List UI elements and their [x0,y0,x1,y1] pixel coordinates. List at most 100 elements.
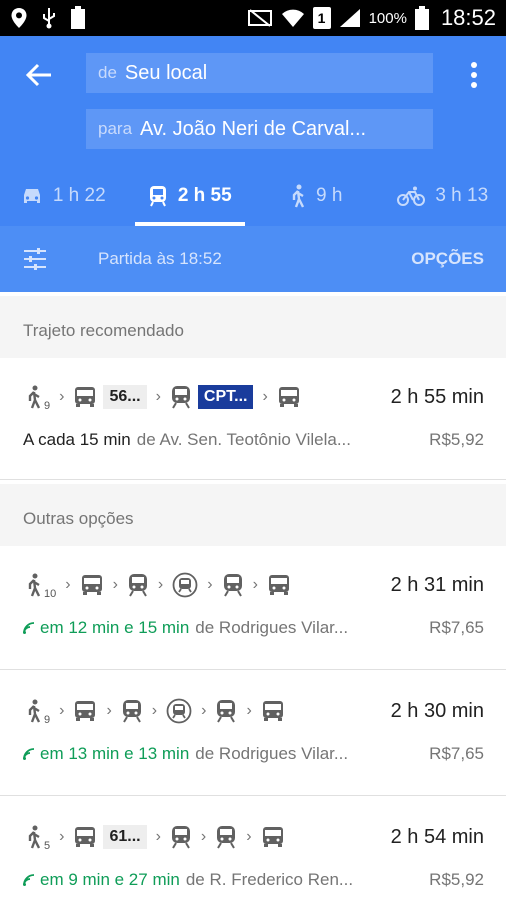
bus-icon [80,573,104,597]
route-duration: 2 h 30 min [390,699,484,722]
destination-prefix: para [98,119,133,138]
route-price: R$7,65 [429,744,484,763]
chevron-right-icon: › [246,702,252,719]
recommended-heading: Trajeto recomendado [0,296,506,358]
route-steps: 10 › › › › › 2 h 31 min [25,570,484,600]
bus-icon [73,699,97,723]
bus-icon [261,699,285,723]
route-card[interactable]: 9 › › › › › 2 h 30 min em 13 min e 13 mi… [0,672,506,796]
live-signal-icon [23,622,35,634]
destination-value: Av. João Neri de Carval... [140,117,367,140]
origin-prefix: de [98,63,117,82]
route-card[interactable]: 10 › › › › › 2 h 31 min em 12 min e 15 m… [0,546,506,670]
origin-field[interactable]: de Seu local [86,53,433,93]
travel-mode-tabs: 1 h 22 2 h 55 9 h 3 h 13 [0,166,506,226]
route-origin-stop: de Av. Sen. Teotônio Vilela... [136,430,351,449]
wifi-icon [281,8,305,28]
route-details: A cada 15 min de Av. Sen. Teotônio Vilel… [23,430,484,450]
tab-transit[interactable]: 2 h 55 [127,166,254,226]
route-steps: 5 › 61... › › › 2 h 54 min [25,822,484,852]
tune-icon[interactable] [22,246,48,272]
transit-icon [148,185,168,207]
subway-icon [172,572,198,598]
train-icon [121,699,143,723]
battery-percent: 100% [368,9,407,27]
location-pin-icon [10,7,28,29]
route-details: em 9 min e 27 min de R. Frederico Ren...… [23,870,484,890]
destination-field[interactable]: para Av. João Neri de Carval... [86,109,433,149]
tab-transit-label: 2 h 55 [177,185,232,206]
route-price: R$5,92 [429,870,484,889]
chevron-right-icon: › [157,576,164,593]
chevron-right-icon: › [59,702,65,719]
live-signal-icon [23,874,35,886]
route-origin-stop: de Rodrigues Vilar... [195,744,349,763]
usb-icon [40,7,58,29]
tab-driving[interactable]: 1 h 22 [0,166,127,226]
route-details: em 12 min e 15 min de Rodrigues Vilar...… [23,618,484,638]
route-steps: 9 › › › › › 2 h 30 min [25,696,484,726]
bus-icon [277,385,301,409]
bus-icon [261,825,285,849]
train-line-chip: CPT... [197,385,254,409]
route-details: em 13 min e 13 min de Rodrigues Vilar...… [23,744,484,764]
departure-time[interactable]: Partida às 18:52 [98,249,222,269]
route-origin-stop: de R. Frederico Ren... [185,870,354,889]
realtime-departures: em 12 min e 15 min [40,618,190,637]
chevron-right-icon: › [65,576,71,593]
route-card-recommended[interactable]: 9 › 56... › CPT... › 2 h 55 min A cada 1… [0,358,506,480]
tab-cycling-label: 3 h 13 [435,185,489,206]
subway-icon [166,698,192,724]
walk-icon [25,385,43,409]
bus-line-chip: 56... [103,385,147,409]
bus-icon [73,385,97,409]
chevron-right-icon: › [59,828,65,845]
route-duration: 2 h 31 min [390,573,484,596]
signal-icon [339,8,361,28]
realtime-departures: em 13 min e 13 min [40,744,190,763]
chevron-right-icon: › [155,388,161,405]
route-steps: 9 › 56... › CPT... › 2 h 55 min [25,382,484,412]
chevron-right-icon: › [200,828,207,845]
mute-icon [247,8,273,28]
options-button[interactable]: OPÇÕES [411,249,484,269]
tab-walking-label: 9 h [316,185,343,206]
route-price: R$5,92 [429,430,484,449]
status-bar: 1 100% 18:52 [0,0,506,36]
car-icon [21,187,43,205]
clock: 18:52 [440,5,496,30]
route-card[interactable]: 5 › 61... › › › 2 h 54 min em 9 min e 27… [0,798,506,900]
route-duration: 2 h 55 min [390,385,484,408]
chevron-right-icon: › [201,702,207,719]
bus-icon [267,573,291,597]
bus-icon [73,825,97,849]
walk-minutes: 5 [44,840,51,852]
sim-badge: 1 [312,7,331,29]
route-origin-stop: de Rodrigues Vilar... [195,618,349,637]
back-arrow-icon[interactable] [22,58,56,92]
train-icon [127,573,149,597]
bus-line-chip: 61... [103,825,147,849]
more-vert-icon[interactable] [466,58,482,92]
tab-driving-label: 1 h 22 [52,185,106,206]
chevron-right-icon: › [106,702,112,719]
tab-walking[interactable]: 9 h [253,166,380,226]
chevron-right-icon: › [262,388,268,405]
battery-full-icon [70,6,86,30]
origin-value: Seu local [124,61,208,84]
options-bar: Partida às 18:52 OPÇÕES [0,226,506,292]
tab-cycling[interactable]: 3 h 13 [380,166,506,226]
train-icon [222,573,244,597]
chevron-right-icon: › [207,576,213,593]
walk-icon [25,699,43,723]
route-frequency: A cada 15 min [23,430,131,449]
chevron-right-icon: › [59,388,65,405]
train-icon [215,825,237,849]
chevron-right-icon: › [155,828,161,845]
other-options-heading: Outras opções [0,484,506,546]
walk-minutes: 9 [44,714,51,726]
chevron-right-icon: › [112,576,118,593]
train-icon [170,825,192,849]
bike-icon [397,186,426,206]
train-icon [170,385,192,409]
